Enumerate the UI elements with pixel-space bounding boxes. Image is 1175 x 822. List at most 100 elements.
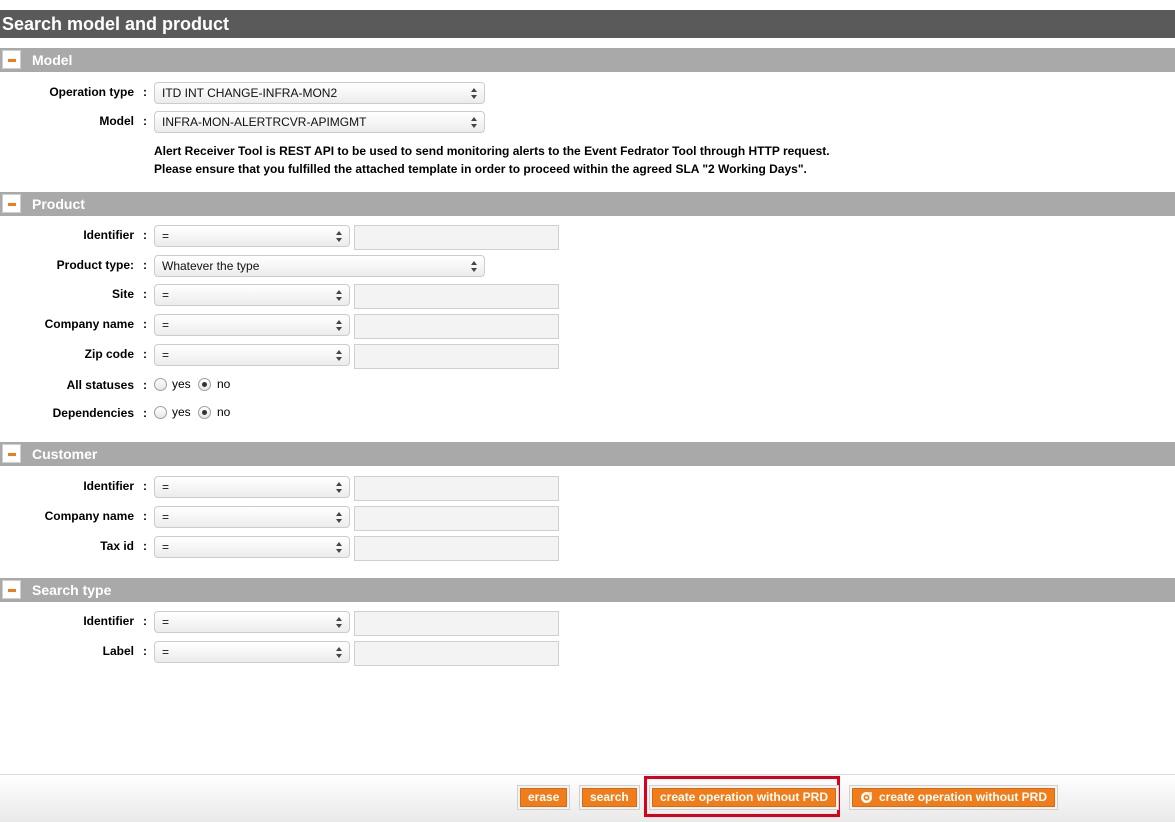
colon: : (143, 85, 147, 99)
dependencies-no-radio[interactable] (198, 406, 211, 419)
model-description-line-1: Alert Receiver Tool is REST API to be us… (154, 144, 830, 158)
colon: : (143, 378, 147, 392)
product-company-name-input[interactable] (354, 314, 559, 339)
colon: : (143, 479, 147, 493)
select-arrows-icon (336, 542, 343, 553)
select-arrows-icon (471, 261, 478, 272)
customer-tax-id-input[interactable] (354, 536, 559, 561)
section-title-model: Model (32, 52, 73, 68)
colon: : (143, 114, 147, 128)
collapse-minus-icon[interactable] (2, 444, 21, 463)
colon: : (143, 258, 147, 272)
select-arrows-icon (336, 350, 343, 361)
colon: : (143, 317, 147, 331)
all-statuses-no-label: no (217, 377, 231, 391)
section-header-product[interactable]: Product (0, 192, 1175, 216)
all-statuses-no-radio[interactable] (198, 378, 211, 391)
dependencies-label: Dependencies (52, 406, 134, 420)
colon: : (143, 539, 147, 553)
search-button[interactable]: search (582, 788, 637, 807)
colon: : (143, 614, 147, 628)
section-header-search-type[interactable]: Search type (0, 578, 1175, 602)
product-company-name-label: Company name (44, 317, 134, 331)
create-operation-without-prd-icon-button[interactable]: create operation without PRD (852, 788, 1056, 807)
product-company-name-operator-select[interactable]: = (154, 314, 350, 336)
operator-value: = (162, 615, 170, 629)
colon: : (143, 406, 147, 420)
create-operation-icon-button-frame: create operation without PRD (849, 785, 1059, 810)
operation-type-select[interactable]: ITD INT CHANGE-INFRA-MON2 (154, 82, 485, 104)
erase-button[interactable]: erase (520, 788, 568, 807)
all-statuses-yes-radio[interactable] (154, 378, 167, 391)
dependencies-yes-label: yes (172, 405, 191, 419)
select-arrows-icon (336, 512, 343, 523)
colon: : (143, 228, 147, 242)
search-type-label-label: Label (102, 644, 134, 658)
product-identifier-operator-select[interactable]: = (154, 225, 350, 247)
operator-value: = (162, 645, 170, 659)
operator-value: = (162, 288, 170, 302)
operation-type-label: Operation type (49, 85, 134, 99)
search-type-label-input[interactable] (354, 641, 559, 666)
product-site-input[interactable] (354, 284, 559, 309)
product-site-operator-select[interactable]: = (154, 284, 350, 306)
customer-identifier-label: Identifier (83, 479, 134, 493)
gear-icon (860, 791, 873, 804)
product-site-label: Site (111, 287, 134, 301)
section-header-model[interactable]: Model (0, 48, 1175, 72)
collapse-minus-icon[interactable] (2, 580, 21, 599)
colon: : (143, 644, 147, 658)
product-identifier-input[interactable] (354, 225, 559, 250)
section-title-product: Product (32, 196, 85, 212)
product-zip-code-input[interactable] (354, 344, 559, 369)
select-arrows-icon (336, 231, 343, 242)
product-identifier-label: Identifier (83, 228, 134, 242)
product-zip-code-label: Zip code (84, 347, 134, 361)
select-arrows-icon (336, 482, 343, 493)
product-zip-code-operator-select[interactable]: = (154, 344, 350, 366)
operator-value: = (162, 348, 170, 362)
search-type-identifier-label: Identifier (83, 614, 134, 628)
colon: : (143, 347, 147, 361)
model-value: INFRA-MON-ALERTRCVR-APIMGMT (162, 115, 367, 129)
select-arrows-icon (336, 647, 343, 658)
collapse-minus-icon[interactable] (2, 194, 21, 213)
model-description-line-2: Please ensure that you fulfilled the att… (154, 162, 807, 176)
section-title-customer: Customer (32, 446, 98, 462)
product-type-value: Whatever the type (162, 259, 260, 273)
dependencies-no-label: no (217, 405, 231, 419)
select-arrows-icon (336, 320, 343, 331)
select-arrows-icon (336, 290, 343, 301)
search-type-identifier-input[interactable] (354, 611, 559, 636)
create-operation-icon-button-label: create operation without PRD (879, 790, 1048, 804)
operator-value: = (162, 510, 170, 524)
customer-tax-id-operator-select[interactable]: = (154, 536, 350, 558)
create-operation-button-frame: create operation without PRD (649, 785, 840, 810)
search-type-label-operator-select[interactable]: = (154, 641, 350, 663)
select-arrows-icon (471, 117, 478, 128)
select-arrows-icon (471, 88, 478, 99)
section-title-search-type: Search type (32, 582, 112, 598)
customer-company-name-label: Company name (44, 509, 134, 523)
customer-company-name-input[interactable] (354, 506, 559, 531)
section-header-customer[interactable]: Customer (0, 442, 1175, 466)
erase-button-frame: erase (517, 785, 571, 810)
operator-value: = (162, 229, 170, 243)
colon: : (143, 287, 147, 301)
customer-identifier-input[interactable] (354, 476, 559, 501)
model-select[interactable]: INFRA-MON-ALERTRCVR-APIMGMT (154, 111, 485, 133)
collapse-minus-icon[interactable] (2, 50, 21, 69)
operator-value: = (162, 318, 170, 332)
customer-company-name-operator-select[interactable]: = (154, 506, 350, 528)
search-button-frame: search (579, 785, 640, 810)
all-statuses-yes-label: yes (172, 377, 191, 391)
create-operation-without-prd-button[interactable]: create operation without PRD (652, 788, 837, 807)
all-statuses-label: All statuses (66, 378, 134, 392)
customer-tax-id-label: Tax id (100, 539, 134, 553)
model-label: Model (99, 114, 134, 128)
customer-identifier-operator-select[interactable]: = (154, 476, 350, 498)
operation-type-value: ITD INT CHANGE-INFRA-MON2 (162, 86, 338, 100)
search-type-identifier-operator-select[interactable]: = (154, 611, 350, 633)
product-type-select[interactable]: Whatever the type (154, 255, 485, 277)
dependencies-yes-radio[interactable] (154, 406, 167, 419)
